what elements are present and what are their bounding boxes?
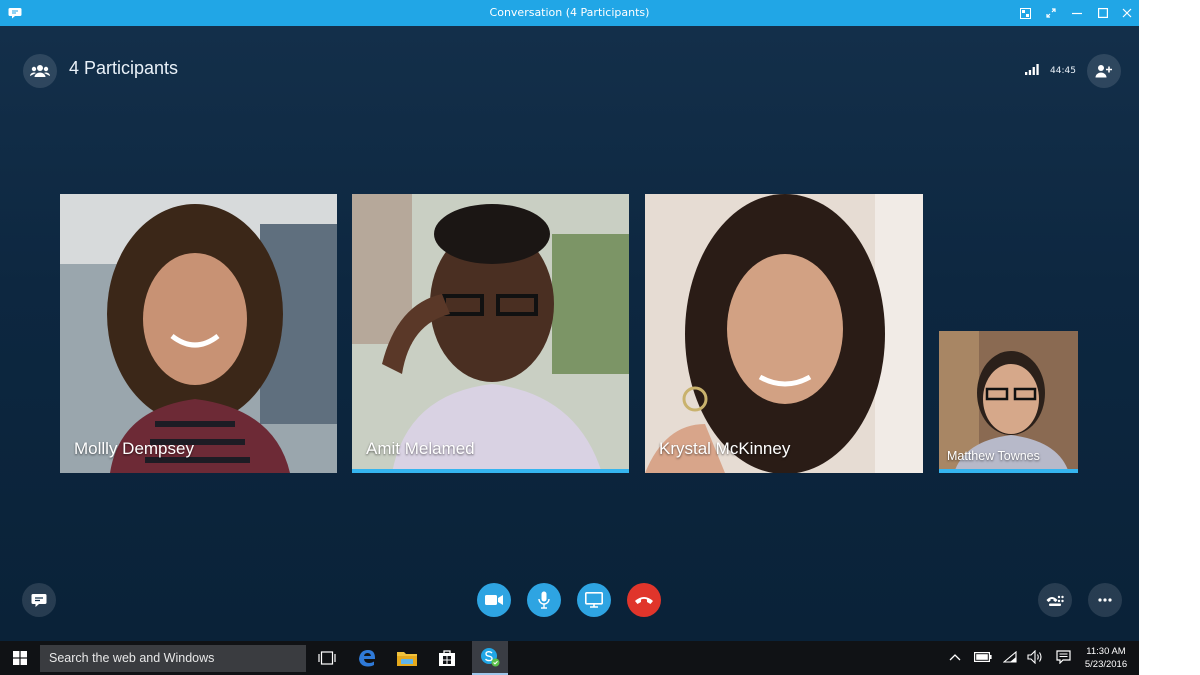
action-center-button[interactable] [1053, 647, 1073, 667]
speaker-icon [1027, 650, 1042, 664]
skype-taskbar-button[interactable] [472, 641, 508, 675]
participant-name: Matthew Townes [947, 449, 1040, 463]
minimize-button[interactable] [1064, 0, 1090, 26]
signal-strength-icon [1025, 64, 1039, 75]
taskbar-clock[interactable]: 11:30 AM 5/23/2016 [1083, 645, 1129, 671]
hang-up-icon [635, 597, 653, 604]
clock-date: 5/23/2016 [1084, 659, 1128, 670]
edge-browser-button[interactable] [347, 641, 387, 675]
battery-status-button[interactable] [973, 647, 993, 667]
edge-browser-icon [359, 650, 375, 667]
share-screen-button[interactable] [577, 583, 611, 617]
folder-icon [397, 652, 417, 666]
more-options-icon [1098, 598, 1112, 602]
more-options-button[interactable] [1088, 583, 1122, 617]
participant-video-feed [352, 194, 629, 473]
video-toggle-button[interactable] [477, 583, 511, 617]
wifi-icon [1003, 651, 1017, 663]
participants-button[interactable] [23, 54, 57, 88]
video-tile-participant-2[interactable]: Amit Melamed [352, 194, 629, 473]
participants-icon [30, 65, 50, 77]
video-tile-participant-4[interactable]: Matthew Townes [939, 331, 1078, 473]
title-bar: Conversation (4 Participants) [0, 0, 1139, 26]
call-controls-button[interactable] [1038, 583, 1072, 617]
compact-view-icon [1019, 7, 1031, 19]
store-button[interactable] [427, 641, 467, 675]
add-person-icon [1095, 65, 1112, 78]
chat-button[interactable] [22, 583, 56, 617]
call-timer: 44:45 [1050, 66, 1076, 76]
close-button[interactable] [1114, 0, 1139, 26]
task-view-icon [318, 651, 336, 665]
file-explorer-button[interactable] [387, 641, 427, 675]
show-hidden-icons-button[interactable] [945, 647, 965, 667]
notifications-icon [1055, 650, 1071, 664]
active-speaker-indicator [939, 469, 1078, 473]
chat-icon [31, 593, 47, 607]
close-icon [1122, 8, 1132, 18]
mute-button[interactable] [527, 583, 561, 617]
battery-icon [974, 652, 992, 662]
maximize-icon [1098, 8, 1108, 18]
minimize-icon [1072, 12, 1082, 15]
video-tile-participant-3[interactable]: Krystal McKinney [645, 194, 923, 473]
fullscreen-button[interactable] [1038, 0, 1064, 26]
microphone-icon [538, 591, 550, 609]
participant-name: Krystal McKinney [659, 439, 791, 458]
video-tile-participant-1[interactable]: Mollly Dempsey [60, 194, 337, 473]
active-speaker-indicator [352, 469, 629, 473]
end-call-button[interactable] [627, 583, 661, 617]
skype-icon [481, 648, 500, 667]
add-participant-button[interactable] [1087, 54, 1121, 88]
participant-video-feed [645, 194, 923, 473]
participants-count: 4 Participants [69, 58, 179, 78]
expand-icon [1046, 8, 1056, 18]
taskbar-search-box[interactable]: Search the web and Windows [40, 645, 306, 672]
volume-button[interactable] [1025, 647, 1045, 667]
participant-name: Mollly Dempsey [74, 439, 194, 458]
window-title: Conversation (4 Participants) [489, 6, 650, 19]
task-view-button[interactable] [307, 641, 347, 675]
video-icon [485, 595, 503, 605]
participant-name: Amit Melamed [366, 439, 475, 458]
store-bag-icon [439, 650, 455, 666]
windows-logo-icon [13, 651, 27, 665]
chevron-up-icon [949, 654, 961, 661]
conversation-window: Conversation (4 Participants) 4 Particip… [0, 0, 1139, 641]
clock-time: 11:30 AM [1086, 646, 1126, 657]
dialpad-icon [1046, 595, 1064, 606]
participant-video-feed [60, 194, 337, 473]
compact-view-button[interactable] [1012, 0, 1038, 26]
maximize-button[interactable] [1090, 0, 1116, 26]
start-button[interactable] [0, 641, 40, 675]
network-status-button[interactable] [1000, 647, 1020, 667]
screen-share-icon [585, 592, 603, 608]
